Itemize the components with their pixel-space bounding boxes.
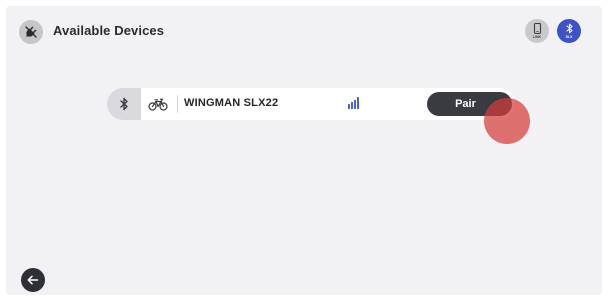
touch-indicator bbox=[484, 98, 530, 144]
available-devices-screen: Available Devices LINK SLX WINGMAN SLX22 bbox=[6, 6, 602, 295]
bluetooth-icon bbox=[107, 88, 141, 120]
bike-icon bbox=[147, 96, 169, 112]
signal-strength-icon bbox=[348, 97, 361, 109]
link-button[interactable]: LINK bbox=[525, 19, 549, 43]
device-list-item[interactable]: WINGMAN SLX22 Pair bbox=[107, 88, 515, 120]
back-button[interactable] bbox=[21, 268, 45, 292]
slx-button[interactable]: SLX bbox=[557, 19, 581, 43]
slx-button-caption: SLX bbox=[565, 35, 573, 39]
row-divider bbox=[177, 95, 178, 113]
phone-link-icon bbox=[533, 23, 541, 34]
device-name: WINGMAN SLX22 bbox=[184, 97, 279, 109]
arrow-left-icon bbox=[27, 275, 39, 285]
plug-disconnected-icon bbox=[19, 20, 43, 44]
link-button-caption: LINK bbox=[532, 35, 542, 39]
bluetooth-icon bbox=[565, 23, 573, 34]
page-title: Available Devices bbox=[53, 23, 165, 38]
